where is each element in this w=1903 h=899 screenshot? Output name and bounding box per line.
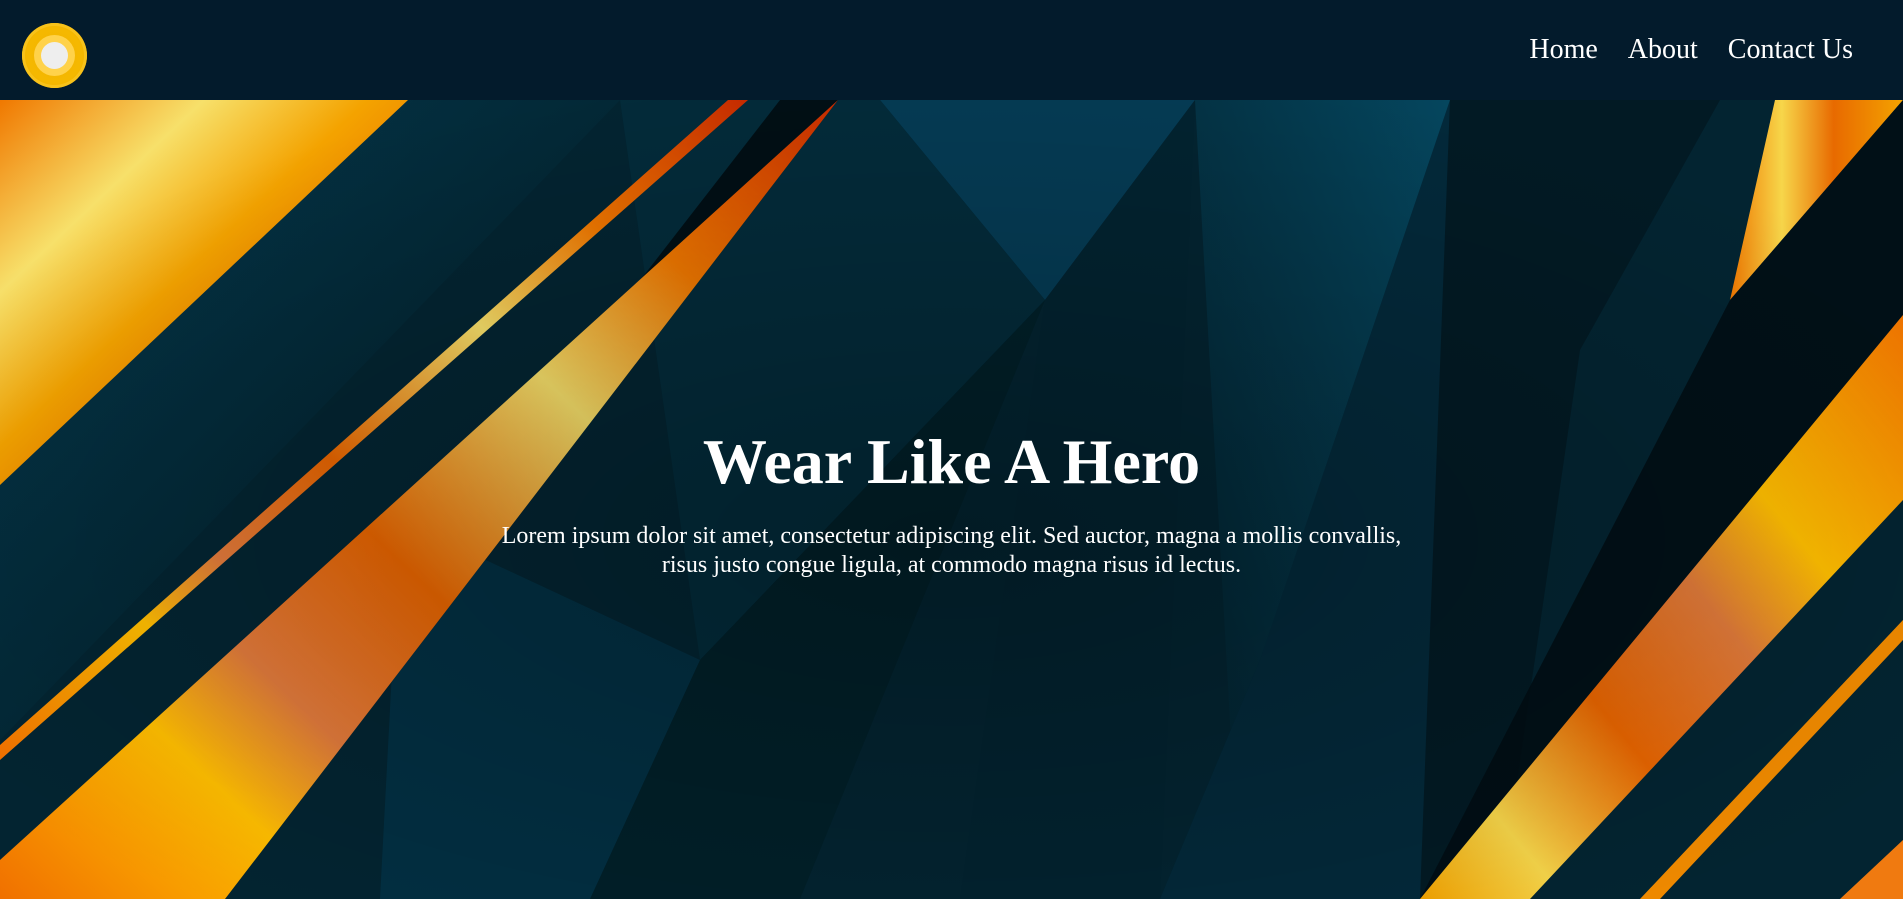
circle-logo-icon[interactable] xyxy=(22,23,87,88)
hero-content: Wear Like A Hero Lorem ipsum dolor sit a… xyxy=(0,430,1903,580)
nav-link-about[interactable]: About xyxy=(1628,36,1698,64)
hero-section: Wear Like A Hero Lorem ipsum dolor sit a… xyxy=(0,100,1903,899)
nav-link-contact-us[interactable]: Contact Us xyxy=(1728,36,1853,64)
hero-title: Wear Like A Hero xyxy=(702,426,1201,497)
hero-subtitle: Lorem ipsum dolor sit amet, consectetur … xyxy=(501,523,1402,578)
nav-menu: Home About Contact Us xyxy=(1529,36,1853,64)
logo-dot xyxy=(41,42,68,69)
nav-link-home[interactable]: Home xyxy=(1529,36,1597,64)
navbar: Home About Contact Us xyxy=(0,0,1903,100)
